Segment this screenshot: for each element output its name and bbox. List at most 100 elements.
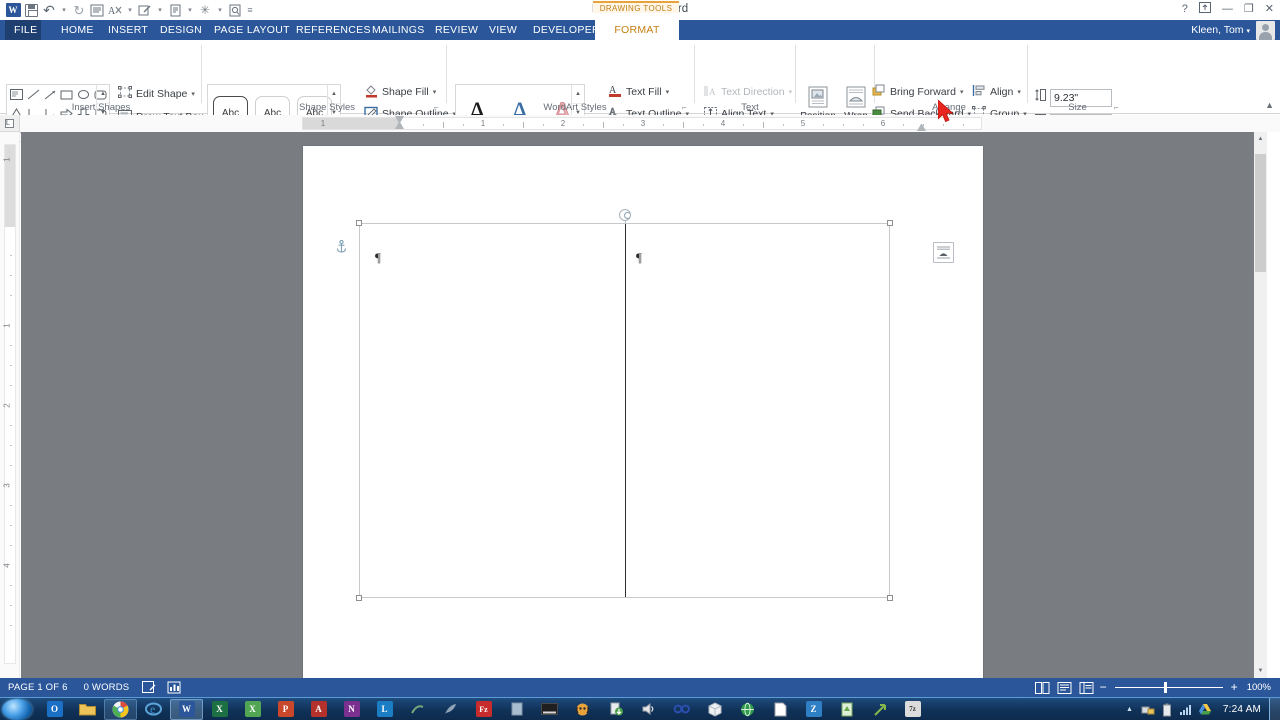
tab-format[interactable]: FORMAT <box>595 20 679 40</box>
resize-handle-top-right[interactable] <box>887 220 893 226</box>
zoom-out-button[interactable]: − <box>1098 680 1109 695</box>
text-fill-button[interactable]: A Text Fill ▾ <box>608 82 689 101</box>
taskbar-item-zotero-app[interactable]: Z <box>797 699 830 720</box>
bring-forward-button[interactable]: Bring Forward ▾ <box>872 82 971 101</box>
taskbar-item-microsoft-excel[interactable]: X <box>203 699 236 720</box>
right-indent-marker[interactable] <box>917 124 926 131</box>
resize-handle-bottom-left[interactable] <box>356 595 362 601</box>
selected-text-box[interactable]: ¶ ¶ <box>356 209 893 601</box>
indent-markers[interactable] <box>395 116 404 132</box>
size-dialog-launcher[interactable]: ⌐ <box>1114 103 1123 112</box>
bring-forward-icon <box>872 84 887 99</box>
tab-review[interactable]: REVIEW <box>426 20 487 40</box>
resize-handle-bottom-right[interactable] <box>887 595 893 601</box>
account-name[interactable]: Kleen, Tom ▾ <box>1191 21 1250 41</box>
taskbar-item-7zip[interactable]: 7z <box>896 699 929 720</box>
rectangle-icon[interactable] <box>58 86 75 104</box>
read-mode-button[interactable] <box>1032 680 1054 695</box>
shape-styles-dialog-launcher[interactable]: ⌐ <box>434 103 443 112</box>
taskbar-item-app-feather[interactable] <box>434 699 467 720</box>
taskbar-item-cube-app[interactable] <box>698 699 731 720</box>
taskbar-item-app-blue-doc[interactable] <box>500 699 533 720</box>
battery-icon[interactable] <box>1158 700 1177 719</box>
tab-stop-selector[interactable]: L <box>0 115 20 132</box>
help-icon[interactable]: ? <box>1182 3 1188 15</box>
taskbar-item-internet-explorer[interactable]: e <box>137 699 170 720</box>
taskbar-item-media-player[interactable] <box>533 699 566 720</box>
vertical-scrollbar[interactable]: ▲ ▼ <box>1254 132 1267 678</box>
tab-page-layout[interactable]: PAGE LAYOUT <box>205 20 299 40</box>
show-hidden-icons-button[interactable]: ▲ <box>1120 700 1139 719</box>
tab-file[interactable]: FILE <box>5 20 41 40</box>
rotation-handle[interactable] <box>618 209 631 221</box>
recently-used-textbox-icon[interactable] <box>8 86 25 104</box>
network-icon[interactable] <box>1139 700 1158 719</box>
hanging-indent-marker[interactable] <box>395 122 404 129</box>
macro-recording-icon[interactable] <box>167 681 182 694</box>
show-desktop-button[interactable] <box>1269 698 1280 720</box>
taskbar-item-green-arrow-app[interactable] <box>863 699 896 720</box>
collapse-ribbon-button[interactable]: ▲ <box>1265 100 1274 110</box>
tab-mailings[interactable]: MAILINGS <box>363 20 434 40</box>
taskbar-item-infinity-app[interactable] <box>665 699 698 720</box>
vertical-ruler-body[interactable]: 1 1 2 3 4 <box>3 144 16 664</box>
google-drive-icon[interactable] <box>1196 700 1215 719</box>
print-layout-button[interactable] <box>1054 680 1076 695</box>
wordart-styles-dialog-launcher[interactable]: ⌐ <box>682 103 691 112</box>
taskbar-item-app-green[interactable] <box>401 699 434 720</box>
volume-icon[interactable] <box>1177 700 1196 719</box>
system-clock[interactable]: 7:24 AM <box>1215 704 1269 715</box>
layout-options-button[interactable] <box>933 242 954 263</box>
web-layout-button[interactable] <box>1076 680 1098 695</box>
taskbar-item-audio-app[interactable] <box>632 699 665 720</box>
restore-button[interactable]: ❐ <box>1244 3 1254 15</box>
proofing-errors-icon[interactable] <box>142 681 157 694</box>
avatar[interactable] <box>1256 21 1275 40</box>
resize-handle-top-left[interactable] <box>356 220 362 226</box>
close-button[interactable]: ✕ <box>1265 3 1274 15</box>
taskbar-item-filezilla[interactable]: Fz <box>467 699 500 720</box>
document-canvas[interactable]: ¶ ¶ ▲ ▼ <box>21 132 1267 678</box>
zoom-in-button[interactable]: + <box>1229 680 1240 695</box>
start-button[interactable] <box>2 698 32 720</box>
taskbar-item-notepad[interactable] <box>764 699 797 720</box>
taskbar-item-download-manager[interactable] <box>599 699 632 720</box>
line-arrow-icon[interactable] <box>42 86 59 104</box>
edit-shape-icon <box>118 86 133 101</box>
taskbar-item-onenote[interactable]: N <box>335 699 368 720</box>
word-count[interactable]: 0 WORDS <box>76 678 138 697</box>
scroll-down-icon[interactable]: ▼ <box>1254 664 1267 678</box>
tab-view[interactable]: VIEW <box>480 20 526 40</box>
zoom-level[interactable]: 100% <box>1240 682 1276 693</box>
tab-home[interactable]: HOME <box>52 20 103 40</box>
tab-insert[interactable]: INSERT <box>99 20 157 40</box>
scrollbar-thumb[interactable] <box>1255 154 1266 272</box>
horizontal-ruler[interactable]: 1 1 2 3 4 5 6 <box>20 115 1280 132</box>
line-icon[interactable] <box>25 86 42 104</box>
edit-shape-button[interactable]: Edit Shape ▾ <box>118 84 204 103</box>
zoom-slider[interactable] <box>1114 680 1223 695</box>
vertical-ruler[interactable]: 1 1 2 3 4 <box>0 132 20 678</box>
taskbar-item-qq-messenger[interactable] <box>566 699 599 720</box>
taskbar-item-green-doc-app[interactable] <box>830 699 863 720</box>
horizontal-ruler-body[interactable]: 1 1 2 3 4 5 6 <box>302 116 982 132</box>
align-button[interactable]: Align ▾ <box>972 82 1028 101</box>
oval-icon[interactable] <box>75 86 92 104</box>
taskbar-item-windows-explorer[interactable] <box>71 699 104 720</box>
taskbar-item-excel-viewer[interactable]: X <box>236 699 269 720</box>
shape-fill-button[interactable]: Shape Fill ▾ <box>364 82 456 101</box>
tab-design[interactable]: DESIGN <box>151 20 211 40</box>
taskbar-item-globe-app[interactable] <box>731 699 764 720</box>
document-page[interactable]: ¶ ¶ <box>303 146 983 678</box>
ribbon-display-options-icon[interactable] <box>1198 2 1211 16</box>
taskbar-item-outlook[interactable]: O <box>38 699 71 720</box>
scroll-up-icon[interactable]: ▲ <box>1254 132 1267 146</box>
zoom-slider-thumb[interactable] <box>1163 682 1167 693</box>
minimize-button[interactable]: — <box>1222 3 1233 15</box>
taskbar-item-microsoft-word[interactable]: W <box>170 698 203 720</box>
taskbar-item-powerpoint[interactable]: P <box>269 699 302 720</box>
taskbar-item-access[interactable]: A <box>302 699 335 720</box>
taskbar-item-google-chrome[interactable] <box>104 698 137 720</box>
taskbar-item-lync[interactable]: L <box>368 699 401 720</box>
page-indicator[interactable]: PAGE 1 OF 6 <box>0 678 76 697</box>
